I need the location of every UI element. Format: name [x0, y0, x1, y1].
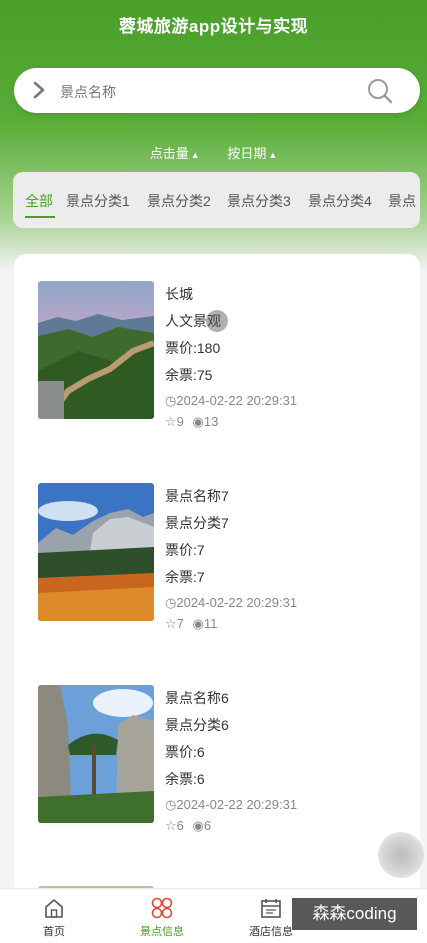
clock-icon: ◷: [165, 393, 177, 408]
attraction-category: 人文景观: [165, 313, 221, 329]
search-input[interactable]: [58, 78, 362, 105]
list-item[interactable]: 长城 人文景观 票价:180 余票:75 ◷2024-02-22 20:29:3…: [14, 254, 420, 429]
attraction-image: [38, 281, 154, 419]
tab-all[interactable]: 全部: [25, 191, 53, 211]
tab-category-2[interactable]: 景点分类2: [147, 191, 211, 211]
attraction-name: 景点名称7: [165, 488, 229, 504]
search-bar: [14, 68, 420, 113]
attraction-info: 景点名称6 景点分类6 票价:6 余票:6 ◷2024-02-22 20:29:…: [165, 688, 297, 836]
clover-icon: [151, 897, 173, 919]
view-count: 6: [203, 818, 212, 833]
triangle-up-icon: ▲: [268, 150, 278, 160]
watermark: 森森coding: [292, 898, 417, 930]
attraction-info: 景点名称7 景点分类7 票价:7 余票:7 ◷2024-02-22 20:29:…: [165, 486, 297, 634]
tab-category-1[interactable]: 景点分类1: [66, 191, 130, 211]
attraction-time: 2024-02-22 20:29:31: [176, 797, 298, 812]
attraction-stats: ☆6 ◉6: [165, 818, 297, 836]
attraction-price: 票价:180: [165, 340, 221, 356]
search-icon[interactable]: [366, 77, 394, 105]
sort-bar: 点击量 ▲ 按日期 ▲: [0, 143, 427, 162]
nav-label: 景点信息: [140, 926, 184, 938]
sort-by-clicks[interactable]: 点击量 ▲: [150, 143, 200, 162]
view-count: 11: [203, 616, 218, 631]
list-item[interactable]: 景点名称6 景点分类6 票价:6 余票:6 ◷2024-02-22 20:29:…: [14, 658, 420, 833]
tab-category-3[interactable]: 景点分类3: [227, 191, 291, 211]
eye-icon: ◉: [192, 414, 204, 429]
attraction-price: 票价:6: [165, 744, 205, 760]
view-count: 13: [203, 414, 219, 429]
nav-attractions[interactable]: 景点信息: [122, 897, 202, 939]
eye-icon: ◉: [192, 616, 204, 631]
star-icon: ☆: [165, 818, 177, 833]
star-count: 7: [176, 616, 184, 631]
attraction-name: 长城: [165, 286, 193, 302]
sort-by-date[interactable]: 按日期 ▲: [227, 143, 277, 162]
attraction-time-row: ◷2024-02-22 20:29:31: [165, 796, 297, 818]
home-icon: [45, 899, 63, 918]
clock-icon: ◷: [165, 797, 177, 812]
category-tabs: 全部 景点分类1 景点分类2 景点分类3 景点分类4 景点: [13, 172, 420, 228]
nav-label: 酒店信息: [249, 926, 293, 938]
header-background: [0, 0, 427, 270]
attraction-stock: 余票:7: [165, 569, 205, 585]
tab-category-4[interactable]: 景点分类4: [308, 191, 372, 211]
triangle-up-icon: ▲: [190, 150, 200, 160]
attraction-stats: ☆7 ◉11: [165, 616, 297, 634]
star-icon: ☆: [165, 414, 177, 429]
star-count: 6: [176, 818, 184, 833]
sort-label: 按日期: [227, 146, 267, 161]
tab-category-5[interactable]: 景点: [388, 191, 416, 211]
nav-label: 首页: [43, 926, 65, 938]
sort-label: 点击量: [149, 146, 189, 161]
list-item[interactable]: 景点名称7 景点分类7 票价:7 余票:7 ◷2024-02-22 20:29:…: [14, 456, 420, 631]
attraction-time: 2024-02-22 20:29:31: [176, 393, 298, 408]
attraction-time-row: ◷2024-02-22 20:29:31: [165, 392, 297, 414]
attraction-category: 景点分类7: [165, 515, 229, 531]
star-count: 9: [176, 414, 184, 429]
attraction-info: 长城 人文景观 票价:180 余票:75 ◷2024-02-22 20:29:3…: [165, 284, 297, 432]
calendar-icon: [261, 899, 281, 918]
eye-icon: ◉: [192, 818, 204, 833]
app-title: 蓉城旅游app设计与实现: [118, 17, 309, 36]
attraction-price: 票价:7: [165, 542, 205, 558]
star-icon: ☆: [165, 616, 177, 631]
attraction-stats: ☆9 ◉13: [165, 414, 297, 432]
attraction-stock: 余票:75: [165, 367, 213, 383]
attraction-time-row: ◷2024-02-22 20:29:31: [165, 594, 297, 616]
attraction-category: 景点分类6: [165, 717, 229, 733]
attraction-list: 长城 人文景观 票价:180 余票:75 ◷2024-02-22 20:29:3…: [14, 254, 420, 894]
clock-icon: ◷: [165, 595, 177, 610]
attraction-image: [38, 685, 154, 823]
attraction-image: [38, 483, 154, 621]
attraction-name: 景点名称6: [165, 690, 229, 706]
nav-home[interactable]: 首页: [14, 897, 94, 939]
chevron-right-icon[interactable]: [32, 80, 46, 100]
attraction-time: 2024-02-22 20:29:31: [176, 595, 298, 610]
tab-active-indicator: [25, 216, 55, 218]
attraction-stock: 余票:6: [165, 771, 205, 787]
